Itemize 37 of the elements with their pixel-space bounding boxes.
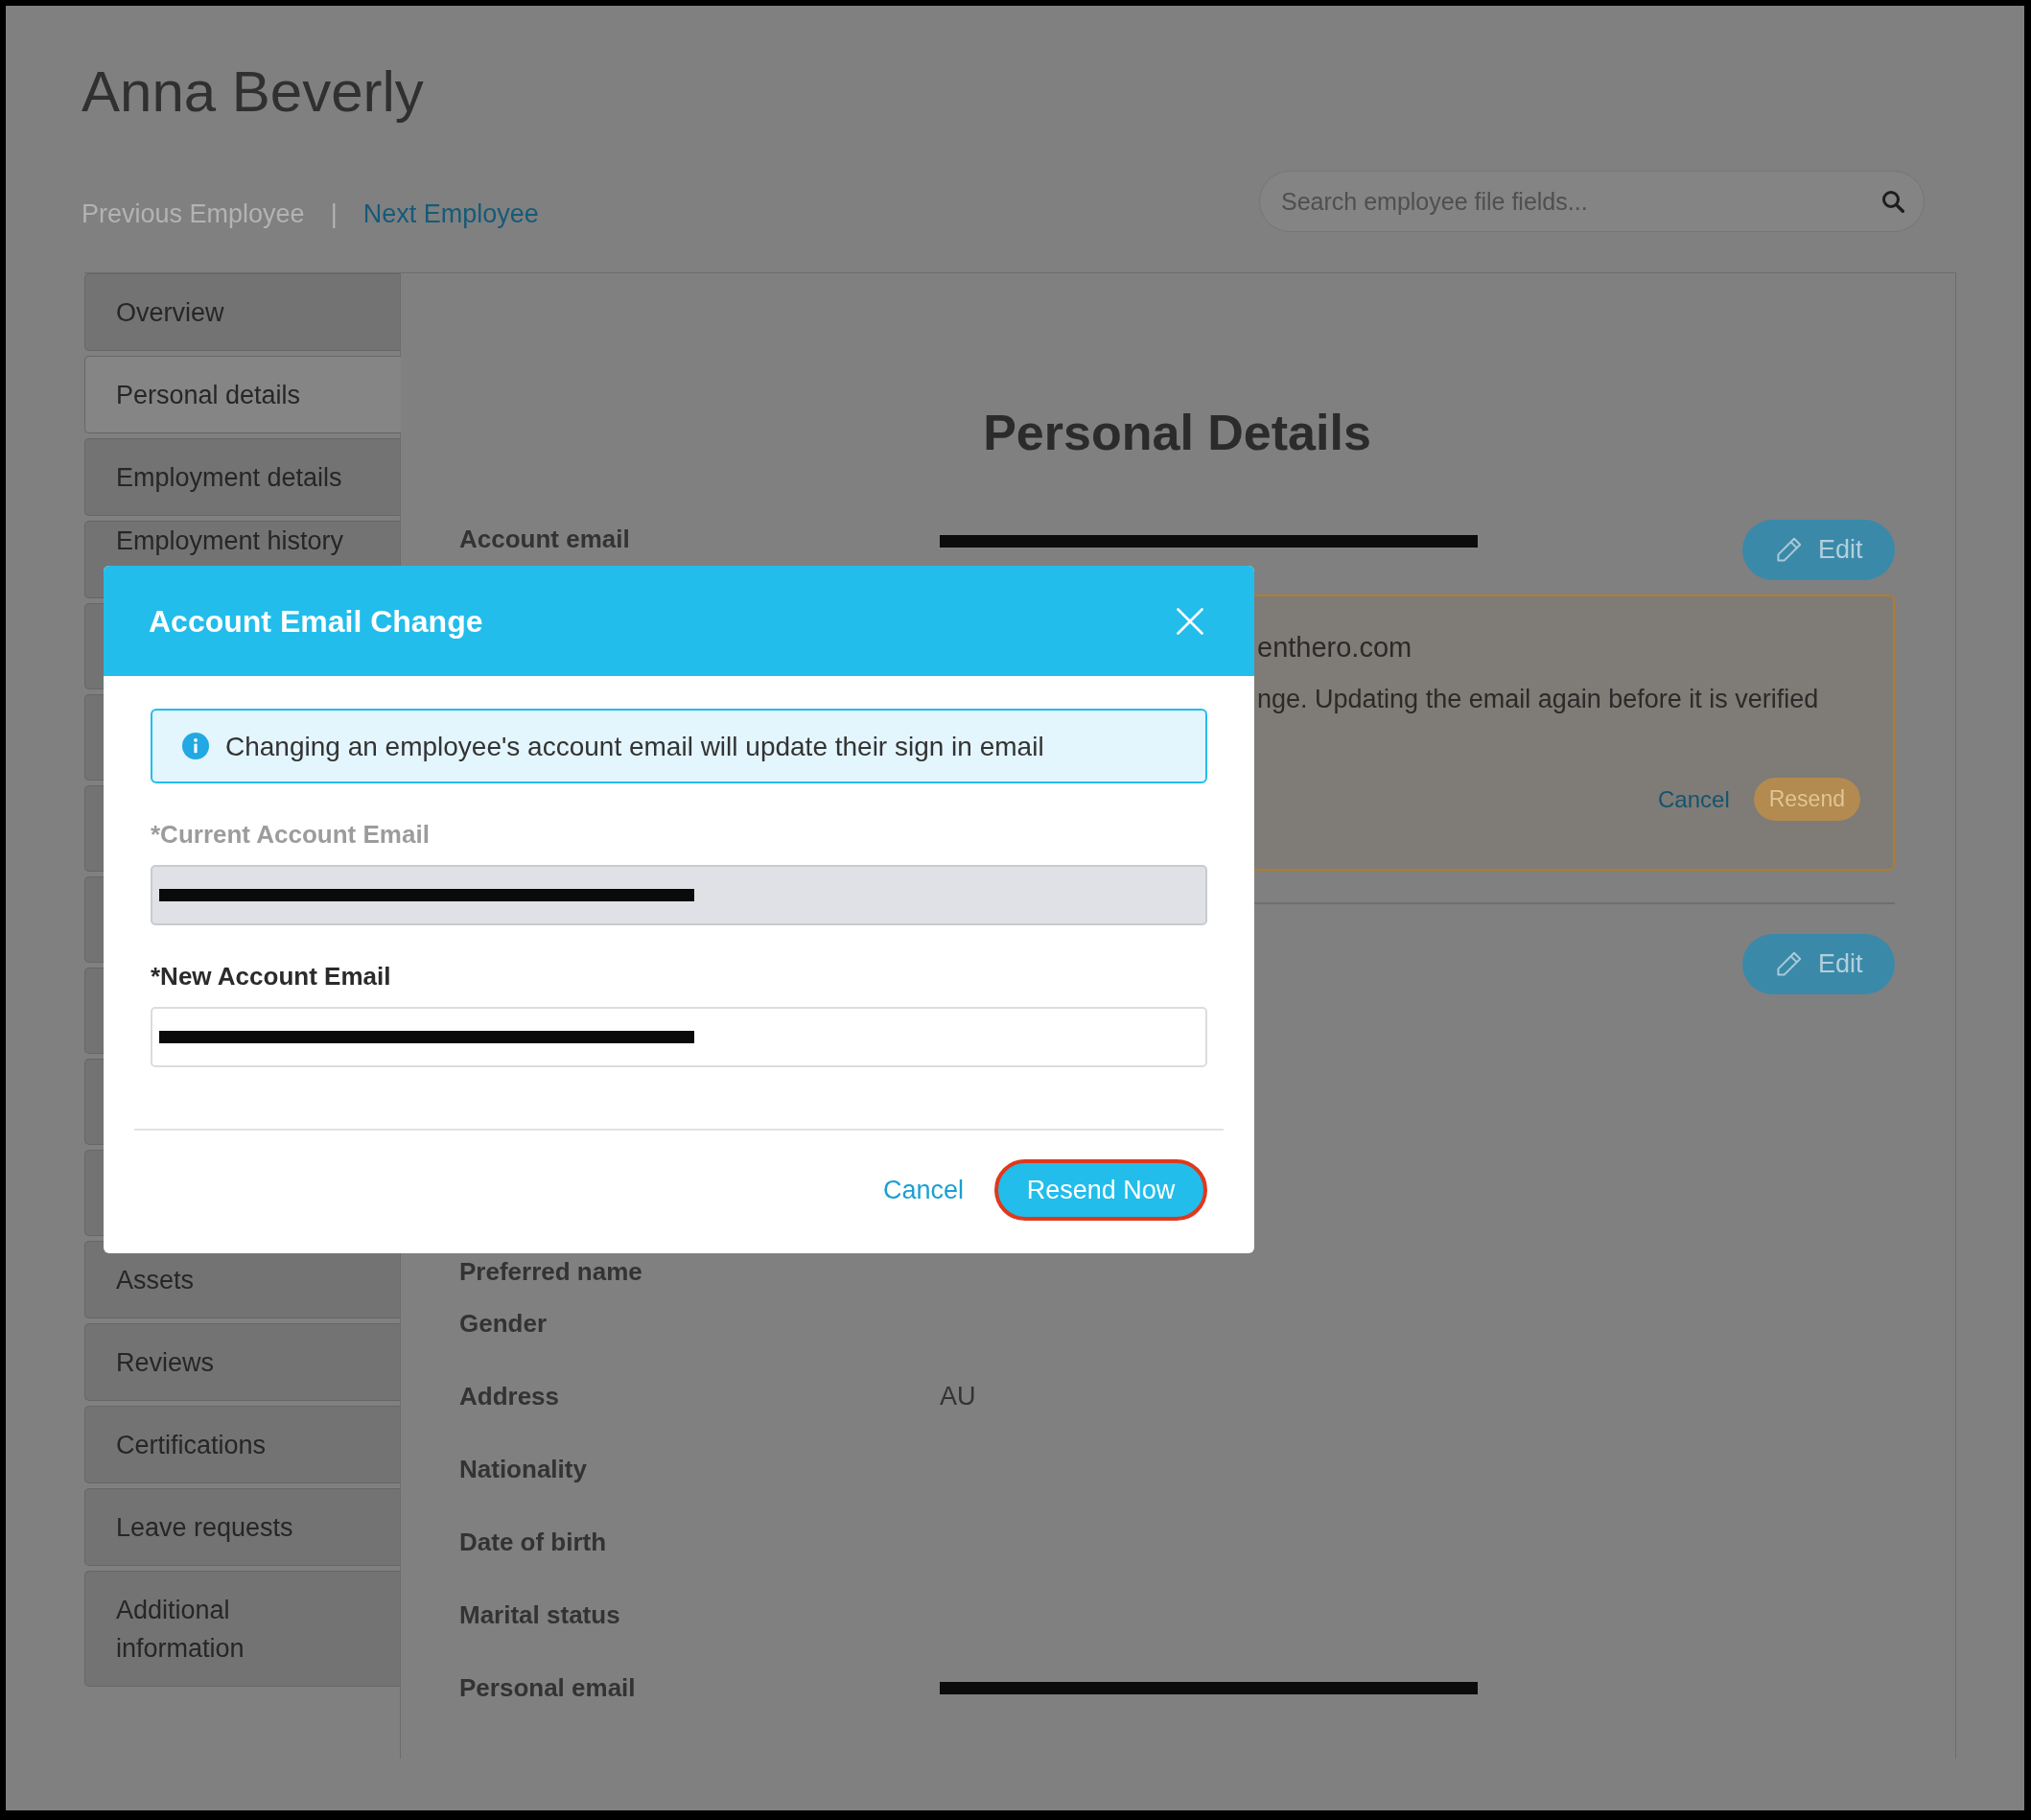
pending-email-text: enthero.com xyxy=(1257,631,1412,665)
sidebar-item[interactable]: Reviews xyxy=(84,1323,400,1401)
info-icon xyxy=(182,733,209,759)
field-label: Nationality xyxy=(459,1454,587,1484)
sidebar-item[interactable]: Overview xyxy=(84,273,400,351)
sidebar-item[interactable]: Employment details xyxy=(84,438,400,516)
sidebar-item[interactable]: Personal details xyxy=(84,356,401,433)
employee-name: Anna Beverly xyxy=(82,58,424,126)
pencil-icon xyxy=(1775,536,1802,564)
field-label: Date of birth xyxy=(459,1527,607,1557)
field-label: *Current Account Email xyxy=(151,820,430,850)
field-label: *New Account Email xyxy=(151,962,391,992)
field-label: Gender xyxy=(459,1308,548,1339)
field-label: Address xyxy=(459,1381,560,1412)
pending-change-message: nge. Updating the email again before it is verified xyxy=(1257,684,1819,715)
field-label: Marital status xyxy=(459,1599,620,1630)
sidebar-item[interactable]: Additional information xyxy=(84,1571,400,1687)
cancel-link[interactable]: Cancel xyxy=(1658,784,1730,814)
section-title: Personal Details xyxy=(983,404,1371,462)
search-icon[interactable] xyxy=(1881,190,1904,213)
resend-button[interactable]: Resend xyxy=(1753,778,1860,821)
edit-button[interactable]: Edit xyxy=(1742,520,1895,580)
modal-title: Account Email Change xyxy=(149,602,483,640)
nav-separator: | xyxy=(330,198,338,229)
field-value: AU xyxy=(940,1381,976,1411)
sidebar-item[interactable]: Certifications xyxy=(84,1406,400,1483)
notice-text: Changing an employee's account email will update their sign in email xyxy=(225,730,1044,762)
employee-nav-link[interactable]: Next Employee xyxy=(362,198,539,229)
field-label: Preferred name xyxy=(459,1257,642,1287)
sidebar-item[interactable]: Leave requests xyxy=(84,1488,400,1566)
pencil-icon xyxy=(1775,950,1802,978)
cancel-button[interactable]: Cancel xyxy=(882,1175,964,1205)
field-label: Account email xyxy=(459,525,630,554)
resend-now-button[interactable]: Resend Now xyxy=(994,1159,1207,1221)
email-field[interactable] xyxy=(151,1007,1207,1067)
field-label: Personal email xyxy=(459,1672,636,1703)
edit-button[interactable]: Edit xyxy=(1742,934,1895,994)
